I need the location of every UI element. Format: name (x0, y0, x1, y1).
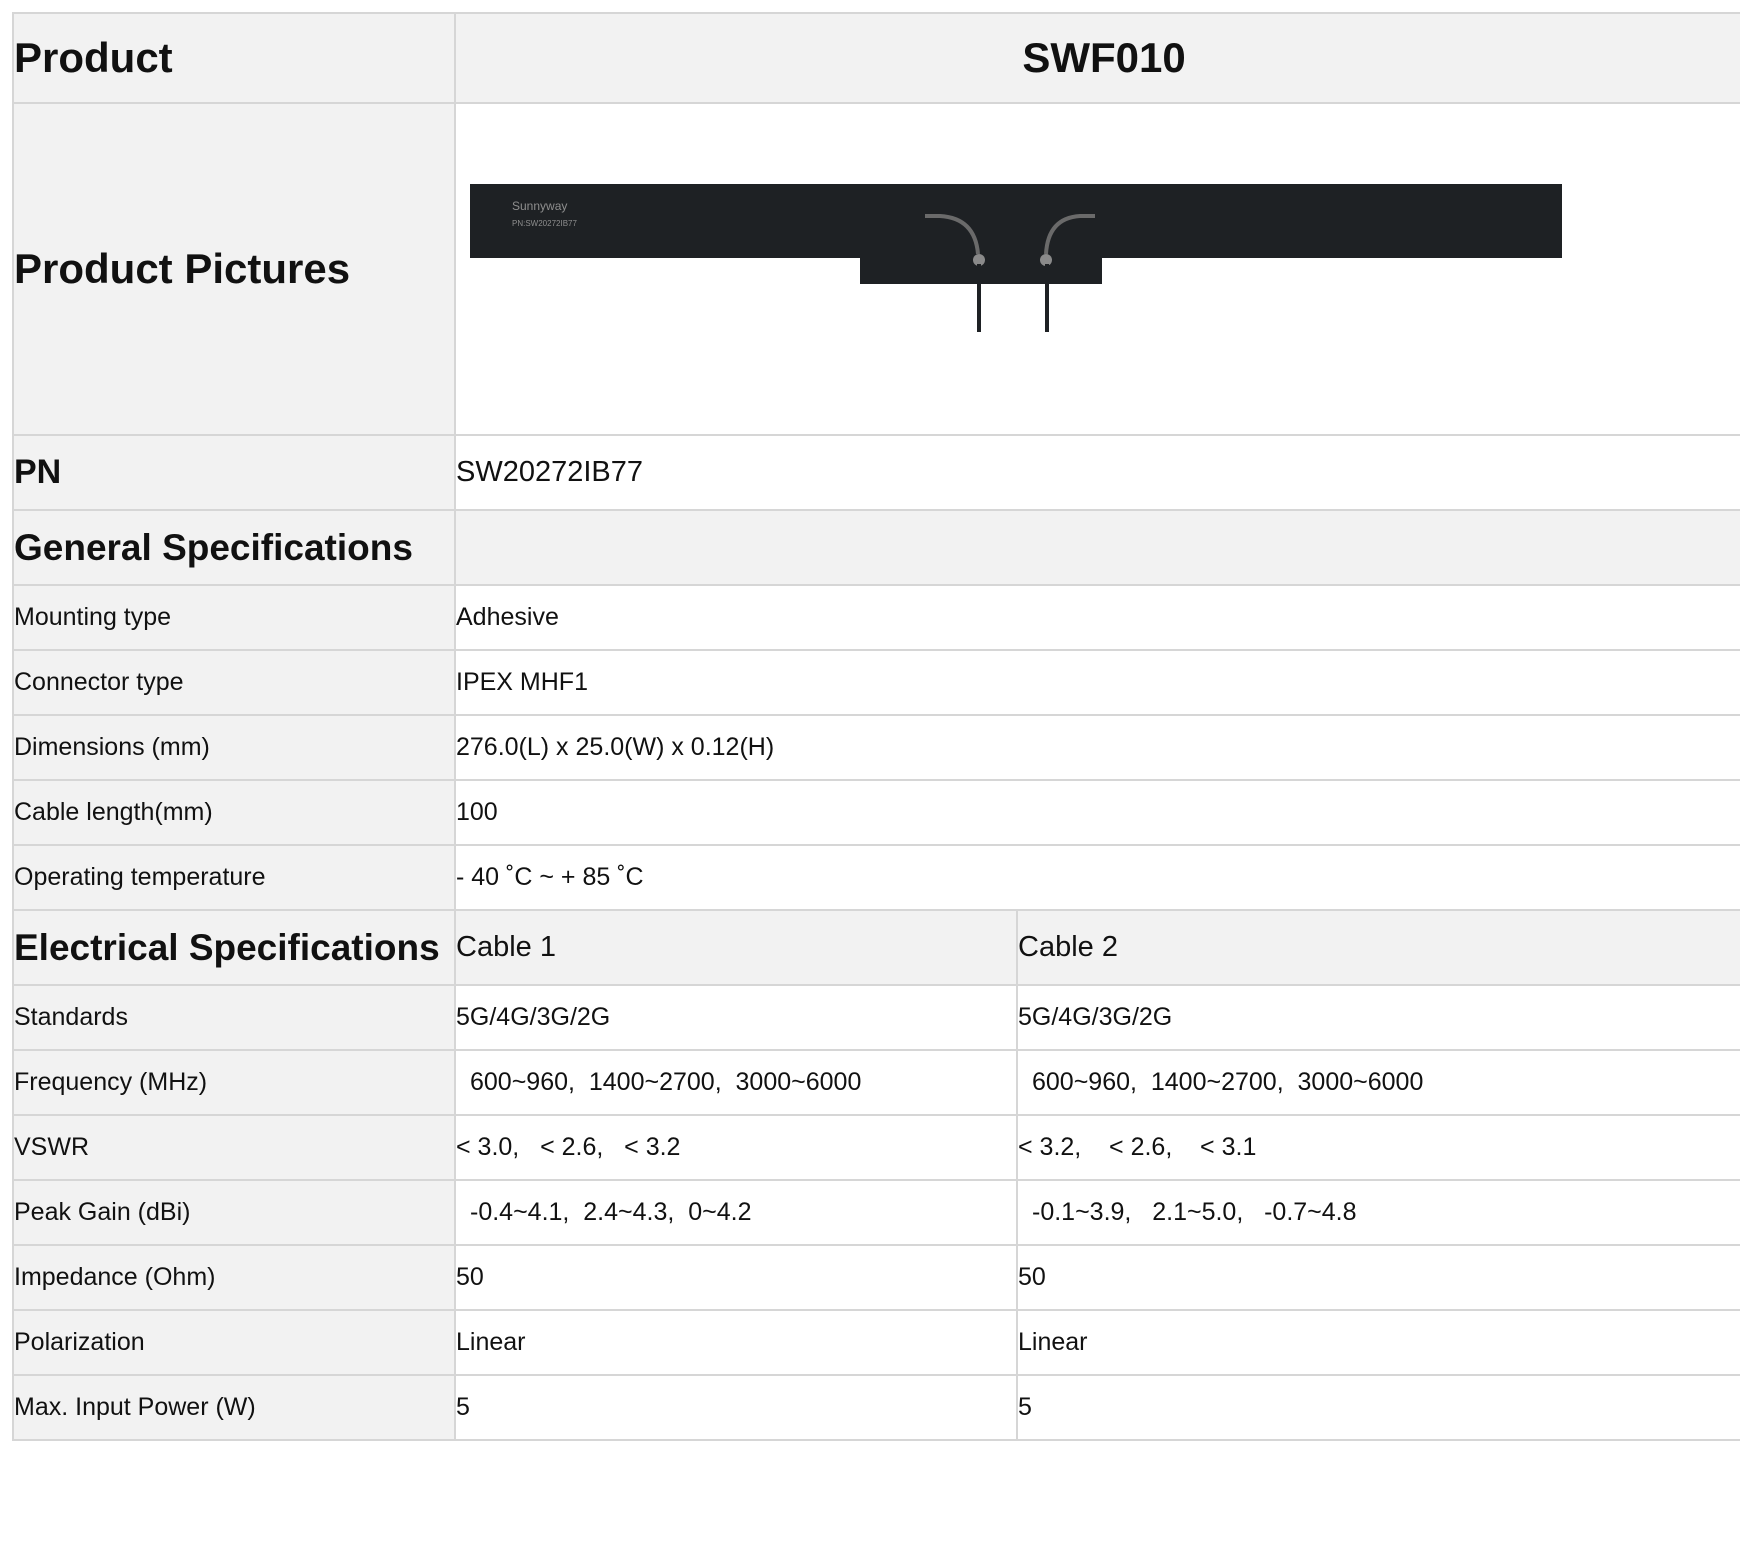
cable-2-value: 50 (1015, 1244, 1740, 1311)
spec-label: Cable length(mm) (12, 779, 456, 846)
antenna-picture: Sunnyway PN:SW20272IB77 (470, 184, 1562, 332)
cable-1-value: -0.4~4.1, 2.4~4.3, 0~4.2 (454, 1179, 1018, 1246)
product-pictures-label: Product Pictures (12, 102, 456, 436)
electrical-row: Peak Gain (dBi) -0.4~4.1, 2.4~4.3, 0~4.2… (12, 1179, 1740, 1246)
general-specifications-title: General Specifications (12, 509, 456, 586)
spec-label: Dimensions (mm) (12, 714, 456, 781)
electrical-label: Impedance (Ohm) (12, 1244, 456, 1311)
cable-1 (977, 264, 981, 332)
general-specifications-filler (453, 509, 1740, 586)
cable-2 (1045, 264, 1049, 332)
spec-value: - 40 ˚C ~ + 85 ˚C (453, 844, 1740, 911)
product-picture-cell: Sunnyway PN:SW20272IB77 (453, 102, 1740, 436)
spec-row: Dimensions (mm) 276.0(L) x 25.0(W) x 0.1… (12, 714, 1740, 781)
spec-value: 100 (453, 779, 1740, 846)
cable-1-value: 5G/4G/3G/2G (454, 984, 1018, 1051)
electrical-label: Peak Gain (dBi) (12, 1179, 456, 1246)
cable-1-value: Linear (454, 1309, 1018, 1376)
pn-value: SW20272IB77 (453, 434, 1740, 511)
cable-1-value: 5 (454, 1374, 1018, 1441)
electrical-label: Frequency (MHz) (12, 1049, 456, 1116)
cable-1-value: < 3.0, < 2.6, < 3.2 (454, 1114, 1018, 1181)
electrical-row: Impedance (Ohm) 50 50 (12, 1244, 1740, 1311)
electrical-row: Standards 5G/4G/3G/2G 5G/4G/3G/2G (12, 984, 1740, 1051)
cable-1-value: 50 (454, 1244, 1018, 1311)
cable-1-header: Cable 1 (454, 909, 1018, 986)
cable-2-value: 5 (1015, 1374, 1740, 1441)
spec-value: Adhesive (453, 584, 1740, 651)
product-row: Product SWF010 (12, 12, 1740, 104)
spec-label: Mounting type (12, 584, 456, 651)
electrical-row: Polarization Linear Linear (12, 1309, 1740, 1376)
spec-row: Operating temperature - 40 ˚C ~ + 85 ˚C (12, 844, 1740, 911)
spec-label: Operating temperature (12, 844, 456, 911)
spec-table: Product SWF010 Product Pictures Sunnyway… (12, 12, 1740, 1441)
pn-row: PN SW20272IB77 (12, 434, 1740, 511)
antenna-pn-print: PN:SW20272IB77 (512, 219, 577, 228)
electrical-row: Max. Input Power (W) 5 5 (12, 1374, 1740, 1441)
cable-2-value: Linear (1015, 1309, 1740, 1376)
spec-row: Cable length(mm) 100 (12, 779, 1740, 846)
electrical-specifications-header: Electrical Specifications Cable 1 Cable … (12, 909, 1740, 986)
pn-label: PN (12, 434, 456, 511)
electrical-specifications-title: Electrical Specifications (12, 909, 456, 986)
antenna-brand-print: Sunnyway (512, 199, 567, 213)
spec-value: IPEX MHF1 (453, 649, 1740, 716)
electrical-row: VSWR < 3.0, < 2.6, < 3.2 < 3.2, < 2.6, <… (12, 1114, 1740, 1181)
electrical-label: Polarization (12, 1309, 456, 1376)
cable-2-header: Cable 2 (1015, 909, 1740, 986)
spec-value: 276.0(L) x 25.0(W) x 0.12(H) (453, 714, 1740, 781)
product-pictures-row: Product Pictures Sunnyway PN:SW20272IB77 (12, 102, 1740, 436)
cable-1-value: 600~960, 1400~2700, 3000~6000 (454, 1049, 1018, 1116)
cable-2-value: < 3.2, < 2.6, < 3.1 (1015, 1114, 1740, 1181)
cable-2-value: 5G/4G/3G/2G (1015, 984, 1740, 1051)
spec-row: Connector type IPEX MHF1 (12, 649, 1740, 716)
product-label: Product (12, 12, 456, 104)
general-specifications-header: General Specifications (12, 509, 1740, 586)
product-name: SWF010 (453, 12, 1740, 104)
electrical-label: VSWR (12, 1114, 456, 1181)
electrical-row: Frequency (MHz) 600~960, 1400~2700, 3000… (12, 1049, 1740, 1116)
spec-row: Mounting type Adhesive (12, 584, 1740, 651)
electrical-label: Standards (12, 984, 456, 1051)
cable-2-value: -0.1~3.9, 2.1~5.0, -0.7~4.8 (1015, 1179, 1740, 1246)
spec-label: Connector type (12, 649, 456, 716)
electrical-label: Max. Input Power (W) (12, 1374, 456, 1441)
cable-2-value: 600~960, 1400~2700, 3000~6000 (1015, 1049, 1740, 1116)
